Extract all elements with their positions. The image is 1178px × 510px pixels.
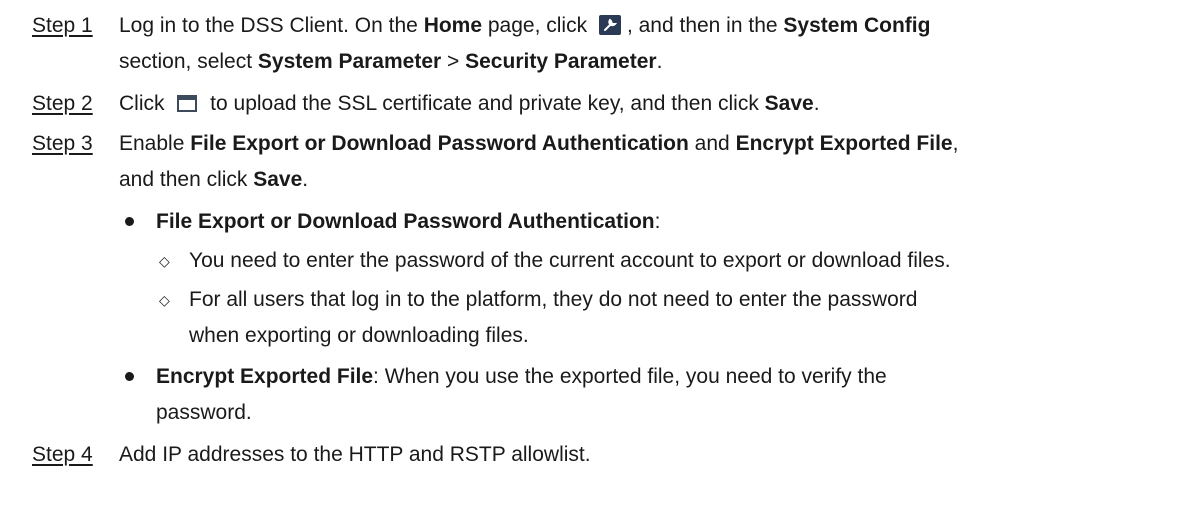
text-run: . — [302, 168, 309, 191]
bullet-item: Encrypt Exported File: When you use the … — [0, 359, 1178, 395]
step-label: Step 2 — [32, 92, 93, 115]
step-label: Step 3 — [32, 132, 93, 155]
step-text: section, select System Parameter > Secur… — [119, 44, 1158, 80]
text-run: : When you use the exported file, you ne… — [373, 365, 887, 388]
step-text: Log in to the DSS Client. On the Home pa… — [119, 8, 1158, 44]
step-label: Step 4 — [32, 443, 93, 466]
bold-term-security-parameter: Security Parameter — [465, 50, 657, 73]
step-text: and then click Save. — [119, 162, 1158, 198]
sub-item-text: You need to enter the password of the cu… — [189, 249, 951, 272]
bullet-dot — [125, 372, 134, 381]
bold-term-file-export-auth: File Export or Download Password Authent… — [156, 210, 655, 233]
text-run: section, select — [119, 50, 258, 73]
text-run: page, click — [482, 14, 593, 37]
bold-term-encrypt-exported-file: Encrypt Exported File — [156, 365, 374, 388]
step-text: Add IP addresses to the HTTP and RSTP al… — [119, 443, 591, 466]
text-run: and — [688, 132, 736, 155]
text-run: Log in to the DSS Client. On the — [119, 14, 424, 37]
text-run: . — [656, 50, 663, 73]
bullet-dot — [125, 217, 134, 226]
text-run: > — [441, 50, 466, 73]
step-label: Step 1 — [32, 14, 93, 37]
folder-icon[interactable] — [176, 93, 198, 113]
tools-icon[interactable] — [598, 15, 621, 35]
bold-term-save: Save — [764, 92, 814, 115]
bullet-item: File Export or Download Password Authent… — [0, 204, 1178, 240]
sub-item-text: when exporting or downloading files. — [189, 324, 529, 347]
step-text: Enable File Export or Download Password … — [119, 126, 1158, 162]
sub-item-text: For all users that log in to the platfor… — [189, 288, 918, 311]
bold-term-file-export-auth: File Export or Download Password Authent… — [190, 132, 689, 155]
text-run: : — [654, 210, 661, 233]
text-run: to upload the SSL certificate and privat… — [204, 92, 765, 115]
bold-term-system-config: System Config — [783, 14, 931, 37]
text-run: Enable — [119, 132, 191, 155]
bold-term-system-parameter: System Parameter — [257, 50, 442, 73]
bullet-text: File Export or Download Password Authent… — [156, 204, 1158, 240]
bullet-text: Encrypt Exported File: When you use the … — [156, 359, 1158, 395]
text-run: , and then in the — [626, 14, 784, 37]
diamond-bullet: ◇ — [159, 253, 170, 269]
diamond-bullet: ◇ — [159, 292, 170, 308]
bullet-item-continued: password. — [0, 395, 1178, 431]
document-page: Step 1 Log in to the DSS Client. On the … — [0, 0, 1178, 510]
bullet-text: password. — [156, 401, 252, 424]
step-text: Click to upload the SSL certificate and … — [119, 86, 1158, 122]
text-run: Click — [119, 92, 171, 115]
bold-term-encrypt-exported-file: Encrypt Exported File — [735, 132, 953, 155]
text-run: and then click — [119, 168, 254, 191]
text-run: . — [813, 92, 820, 115]
text-run: , — [952, 132, 959, 155]
bold-term-home: Home — [423, 14, 483, 37]
bold-term-save: Save — [253, 168, 303, 191]
